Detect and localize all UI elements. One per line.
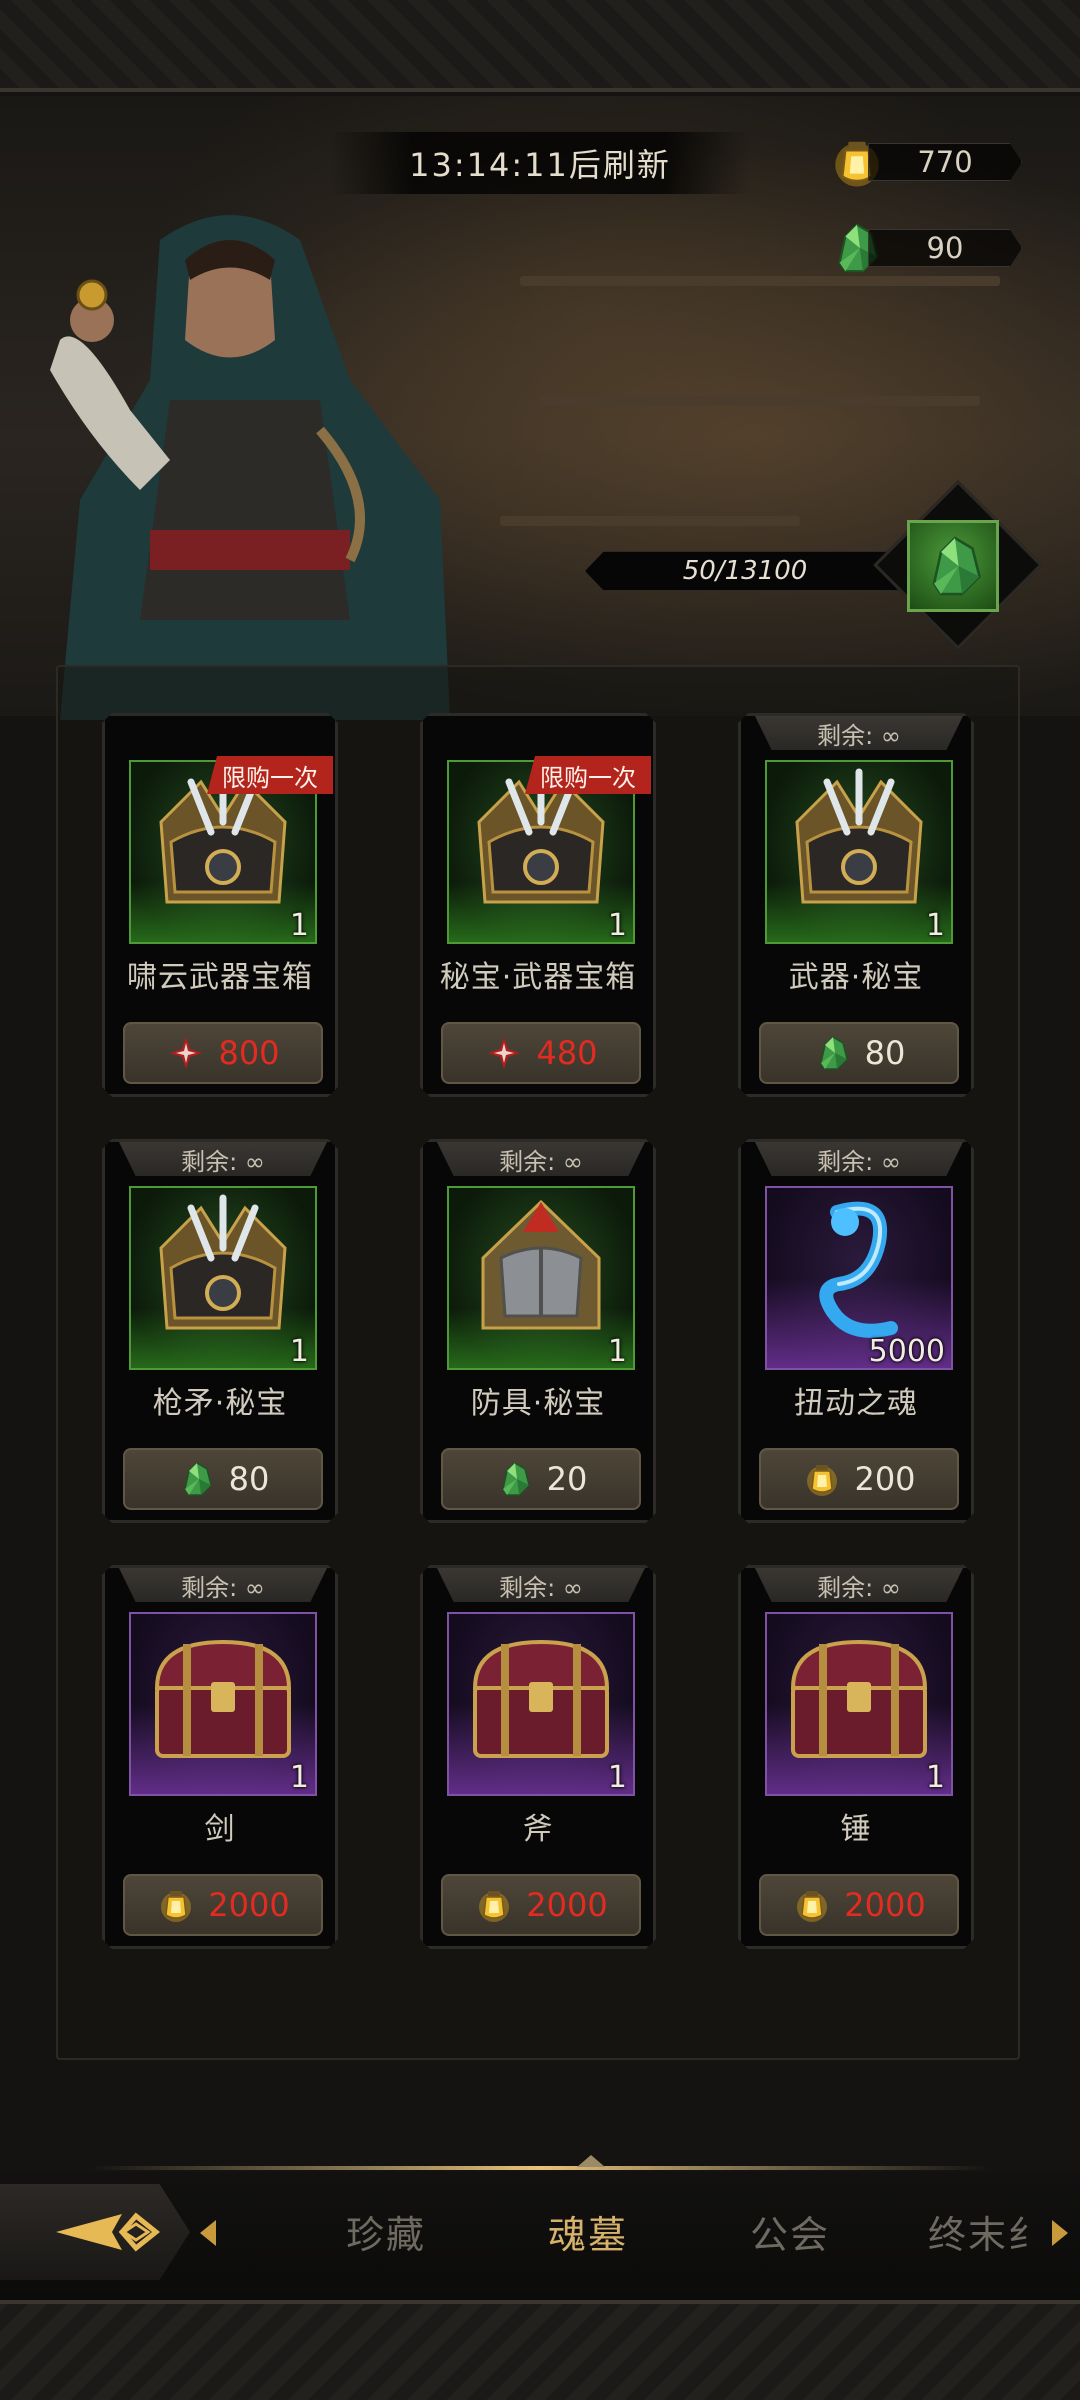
buy-button[interactable]: 2000: [441, 1874, 641, 1936]
nav-scroll-left-icon[interactable]: [200, 2220, 216, 2246]
item-price: 200: [854, 1460, 916, 1498]
merchant-character-art: [50, 215, 450, 720]
remaining-stock-label: 剩余: ∞: [119, 1142, 327, 1176]
currency-crystal[interactable]: 90: [828, 227, 1028, 269]
nav-scroll-right-icon[interactable]: [1052, 2220, 1068, 2246]
green-crystal-icon: [177, 1459, 217, 1499]
remaining-stock-label: 剩余: ∞: [119, 1568, 327, 1602]
refresh-timer: 13:14:11后刷新: [330, 132, 750, 194]
nav-divider: [90, 2166, 990, 2170]
item-quantity: 1: [607, 1334, 627, 1369]
currency-gold[interactable]: 770: [828, 141, 1028, 183]
item-quantity: 1: [925, 1760, 945, 1795]
item-name: 斧: [522, 1812, 554, 1847]
item-name: 秘宝·武器宝箱: [439, 960, 637, 995]
green-crystal-icon: [813, 1033, 853, 1073]
remaining-stock-label: 剩余: ∞: [437, 1142, 645, 1176]
tab-end[interactable]: 终末纟: [928, 2200, 1058, 2270]
item-price: 2000: [844, 1886, 926, 1924]
buy-button[interactable]: 80: [123, 1448, 323, 1510]
red-shard-icon: [484, 1033, 524, 1073]
item-art-frame[interactable]: [765, 1612, 953, 1796]
currency-gold-value: 770: [868, 143, 1022, 181]
limit-once-badge: 限购一次: [207, 756, 333, 794]
green-crystal-icon: [495, 1459, 535, 1499]
bottom-ornamental-frame: [0, 2300, 1080, 2400]
item-price: 80: [228, 1460, 270, 1498]
tab-soul-tomb[interactable]: 魂墓: [508, 2200, 668, 2270]
buy-button[interactable]: 20: [441, 1448, 641, 1510]
progress-counter: 50/13100: [585, 551, 905, 591]
gold-lantern-icon: [474, 1885, 514, 1925]
item-quantity: 1: [607, 908, 627, 943]
tab-guild[interactable]: 公会: [710, 2200, 870, 2270]
item-art-frame[interactable]: [129, 1186, 317, 1370]
currency-crystal-value: 90: [868, 229, 1022, 267]
buy-button[interactable]: 80: [759, 1022, 959, 1084]
shop-item-card[interactable]: 剩余: ∞ 1 枪矛·秘宝 80: [102, 1139, 338, 1523]
treasure-chest-icon: [767, 1614, 951, 1794]
item-quantity: 1: [925, 908, 945, 943]
item-price: 20: [546, 1460, 588, 1498]
gold-lantern-icon: [792, 1885, 832, 1925]
item-art-frame[interactable]: [447, 1186, 635, 1370]
item-name: 武器·秘宝: [788, 960, 924, 995]
remaining-stock-label: 剩余: ∞: [755, 1142, 963, 1176]
item-art-frame[interactable]: [129, 1612, 317, 1796]
item-price: 800: [218, 1034, 280, 1072]
weapon-chest-icon: [767, 762, 951, 942]
item-name: 枪矛·秘宝: [152, 1386, 288, 1421]
item-art-frame[interactable]: [765, 760, 953, 944]
item-price: 480: [536, 1034, 598, 1072]
shop-item-card[interactable]: 剩余: ∞ 1 武器·秘宝 80: [738, 713, 974, 1097]
gold-lantern-icon: [156, 1885, 196, 1925]
shop-item-card[interactable]: 剩余: ∞ 5000 扭动之魂 200: [738, 1139, 974, 1523]
shop-item-card[interactable]: 剩余: ∞ 1 防具·秘宝 20: [420, 1139, 656, 1523]
shop-item-card[interactable]: 1 限购一次啸云武器宝箱 800: [102, 713, 338, 1097]
remaining-stock-label: 剩余: ∞: [755, 716, 963, 750]
limit-once-badge: 限购一次: [525, 756, 651, 794]
shop-item-card[interactable]: 剩余: ∞ 1 剑 2000: [102, 1565, 338, 1949]
buy-button[interactable]: 200: [759, 1448, 959, 1510]
item-quantity: 1: [289, 1760, 309, 1795]
red-shard-icon: [166, 1033, 206, 1073]
green-crystal-icon: [920, 531, 990, 601]
item-name: 扭动之魂: [794, 1386, 918, 1421]
nav-divider-marker: [577, 2155, 605, 2167]
treasure-chest-icon: [131, 1614, 315, 1794]
item-quantity: 5000: [868, 1334, 945, 1369]
item-name: 防具·秘宝: [470, 1386, 606, 1421]
treasure-chest-icon: [449, 1614, 633, 1794]
item-price: 2000: [208, 1886, 290, 1924]
item-quantity: 1: [289, 908, 309, 943]
item-quantity: 1: [607, 1760, 627, 1795]
tab-treasure[interactable]: 珍藏: [306, 2200, 466, 2270]
item-name: 锤: [840, 1812, 872, 1847]
progress-reward-button[interactable]: [907, 520, 999, 612]
item-name: 啸云武器宝箱: [127, 960, 313, 995]
remaining-stock-label: 剩余: ∞: [437, 1568, 645, 1602]
remaining-stock-label: 剩余: ∞: [755, 1568, 963, 1602]
item-art-frame[interactable]: [447, 1612, 635, 1796]
top-ornamental-frame: [0, 0, 1080, 92]
item-price: 80: [864, 1034, 906, 1072]
back-arrow-icon: [56, 2212, 161, 2252]
buy-button[interactable]: 800: [123, 1022, 323, 1084]
item-quantity: 1: [289, 1334, 309, 1369]
back-button[interactable]: [0, 2184, 190, 2280]
buy-button[interactable]: 2000: [759, 1874, 959, 1936]
shop-item-card[interactable]: 剩余: ∞ 1 锤 2000: [738, 1565, 974, 1949]
item-price: 2000: [526, 1886, 608, 1924]
weapon-chest-icon: [131, 1188, 315, 1368]
shop-item-card[interactable]: 剩余: ∞ 1 斧 2000: [420, 1565, 656, 1949]
buy-button[interactable]: 480: [441, 1022, 641, 1084]
shop-item-card[interactable]: 1 限购一次秘宝·武器宝箱 480: [420, 713, 656, 1097]
item-name: 剑: [204, 1812, 236, 1847]
armor-chest-icon: [449, 1188, 633, 1368]
buy-button[interactable]: 2000: [123, 1874, 323, 1936]
gold-lantern-icon: [802, 1459, 842, 1499]
